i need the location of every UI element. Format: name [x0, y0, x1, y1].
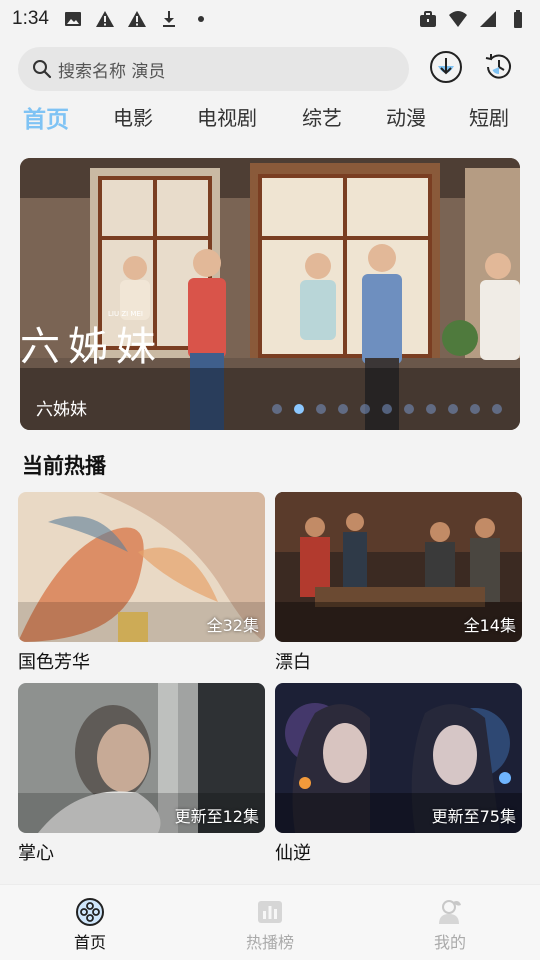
- show-card[interactable]: 更新至12集 掌心: [18, 683, 265, 865]
- show-title[interactable]: 国色芳华: [18, 648, 265, 674]
- show-card[interactable]: 全32集 国色芳华: [18, 492, 265, 674]
- episode-badge: 全14集: [463, 616, 516, 635]
- banner-logo-pinyin: LIU ZI MEI: [108, 310, 143, 318]
- show-thumbnail[interactable]: 更新至12集: [18, 683, 265, 833]
- status-bar: 1:34: [0, 0, 540, 38]
- download-icon: [430, 51, 462, 83]
- nav-profile[interactable]: 我的: [410, 897, 490, 953]
- carousel-dot[interactable]: [338, 404, 348, 414]
- download-button[interactable]: [429, 50, 463, 84]
- nav-trending[interactable]: 热播榜: [230, 897, 310, 953]
- image-notification-icon: [64, 12, 81, 26]
- wifi-icon: [449, 11, 467, 27]
- tab-tv-series[interactable]: 电视剧: [197, 102, 257, 131]
- carousel-dot[interactable]: [426, 404, 436, 414]
- dot-icon: [197, 16, 204, 22]
- tab-short-drama[interactable]: 短剧: [469, 102, 509, 131]
- carousel-dot[interactable]: [272, 404, 282, 414]
- search-icon: [33, 60, 52, 79]
- carousel-indicator: [272, 404, 502, 414]
- profile-icon: [439, 900, 461, 924]
- show-title[interactable]: 掌心: [18, 839, 265, 865]
- show-thumbnail[interactable]: 更新至75集: [275, 683, 522, 833]
- carousel-dot[interactable]: [316, 404, 326, 414]
- carousel-dot[interactable]: [448, 404, 458, 414]
- status-time: 1:34: [12, 8, 49, 29]
- nav-label: 我的: [433, 933, 466, 952]
- signal-icon: [480, 11, 496, 27]
- banner-image: 六姊妹 LIU ZI MEI: [20, 158, 520, 430]
- status-system-icons: [418, 9, 528, 29]
- show-title[interactable]: 漂白: [275, 648, 522, 674]
- nav-label: 首页: [73, 933, 106, 952]
- carousel-dot[interactable]: [360, 404, 370, 414]
- search-placeholder: 搜索名称 演员: [58, 61, 166, 82]
- carousel-dot[interactable]: [382, 404, 392, 414]
- history-button[interactable]: [482, 50, 516, 84]
- download-notification-icon: [162, 11, 175, 27]
- tab-anime[interactable]: 动漫: [386, 102, 426, 131]
- section-title: 当前热播: [22, 454, 106, 478]
- show-thumbnail[interactable]: 全32集: [18, 492, 265, 642]
- banner-title: 六姊妹: [36, 400, 87, 420]
- status-notification-icons: [63, 9, 211, 29]
- carousel-dot[interactable]: [470, 404, 480, 414]
- history-icon: [485, 54, 511, 79]
- carousel-dot[interactable]: [492, 404, 502, 414]
- episode-badge: 更新至12集: [174, 807, 259, 826]
- battery-icon: [514, 10, 522, 28]
- carousel-dot-active[interactable]: [294, 404, 304, 414]
- episode-badge: 全32集: [206, 616, 259, 635]
- show-card[interactable]: 更新至75集 仙逆: [275, 683, 522, 865]
- warning-icon: [127, 11, 146, 27]
- briefcase-icon: [420, 11, 436, 27]
- bottom-navigation: 首页 热播榜 我的: [0, 884, 540, 960]
- tab-variety[interactable]: 综艺: [302, 102, 342, 131]
- nav-home[interactable]: 首页: [50, 897, 130, 953]
- episode-badge: 更新至75集: [431, 807, 516, 826]
- show-title[interactable]: 仙逆: [275, 839, 522, 865]
- nav-label: 热播榜: [245, 933, 294, 952]
- warning-icon: [95, 11, 114, 27]
- tab-home[interactable]: 首页: [23, 100, 69, 134]
- search-input[interactable]: 搜索名称 演员: [18, 47, 409, 91]
- show-thumbnail[interactable]: 全14集: [275, 492, 522, 642]
- carousel-dot[interactable]: [404, 404, 414, 414]
- chart-icon: [258, 901, 282, 923]
- show-card[interactable]: 全14集 漂白: [275, 492, 522, 674]
- featured-banner[interactable]: 六姊妹 LIU ZI MEI 六姊妹: [20, 158, 520, 430]
- tab-movies[interactable]: 电影: [113, 102, 153, 131]
- film-reel-icon: [76, 898, 104, 926]
- search-row: 搜索名称 演员: [18, 46, 522, 92]
- category-tabs: 首页 电影 电视剧 综艺 动漫 短剧: [0, 102, 540, 142]
- banner-logo-text: 六姊妹: [20, 324, 164, 370]
